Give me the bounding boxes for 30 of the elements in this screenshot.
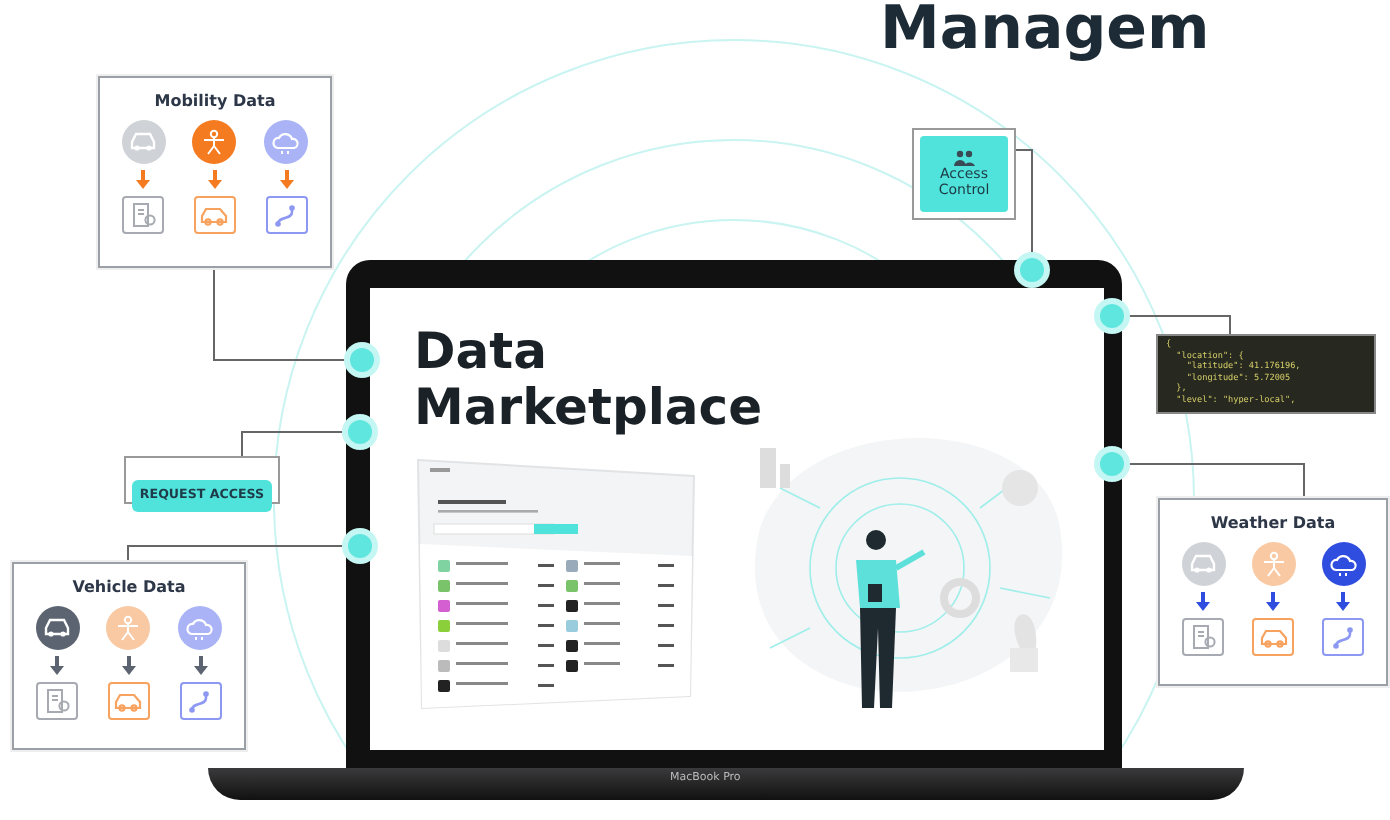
arrow-icon [48,656,67,676]
connector-dot [350,348,374,372]
document-tile-icon [122,196,165,234]
card-title: Weather Data [1210,512,1336,536]
document-tile-icon [1182,618,1224,656]
arrow-icon [119,656,138,676]
arrow-icon [1264,592,1282,612]
connector-dot [1100,304,1124,328]
car-tile-icon [193,196,236,234]
arrow-icon [134,170,153,190]
route-tile-icon [179,682,222,720]
document-tile-icon [36,682,79,720]
arrow-icon [1334,592,1352,612]
card-title: Mobility Data [154,90,276,114]
connector-dot [1100,452,1124,476]
users-icon [952,149,976,166]
connector-dot [348,534,372,558]
page-heading: Managem [880,0,1210,60]
arrow-icon [1194,592,1212,612]
route-tile-icon [265,196,308,234]
screen-title: Data Marketplace [414,324,765,436]
card-title: Vehicle Data [72,576,186,600]
arrow-icon [205,170,224,190]
arrow-icon [277,170,296,190]
arrow-icon [191,656,210,676]
connector-dot [1020,258,1044,282]
car-tile-icon [107,682,150,720]
car-tile-icon [1252,618,1294,656]
route-tile-icon [1322,618,1364,656]
connector-dot [348,420,372,444]
